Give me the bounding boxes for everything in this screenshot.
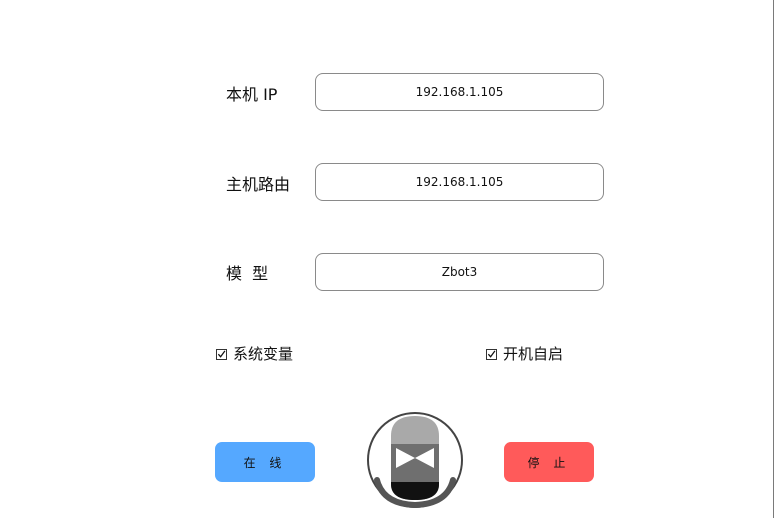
route-label: 主机路由 <box>226 175 291 194</box>
ip-input[interactable] <box>316 85 603 99</box>
microphone-play-icon[interactable] <box>365 412 465 512</box>
window-right-border <box>773 0 774 518</box>
route-input[interactable] <box>316 175 603 189</box>
ip-field[interactable] <box>315 73 604 111</box>
model-label: 模 型 <box>226 264 269 283</box>
checkmark-icon <box>487 350 496 358</box>
model-field[interactable] <box>315 253 604 291</box>
online-button[interactable]: 在 线 <box>215 442 315 482</box>
autostart-checkbox[interactable] <box>486 348 497 360</box>
model-input[interactable] <box>316 265 603 279</box>
checkmark-icon <box>217 350 226 358</box>
env-label: 系统变量 <box>233 345 294 363</box>
env-checkbox[interactable] <box>216 348 227 360</box>
autostart-label: 开机自启 <box>503 345 564 363</box>
route-field[interactable] <box>315 163 604 201</box>
autostart-option[interactable]: 开机自启 <box>486 345 563 363</box>
ip-label: 本机 IP <box>226 85 278 104</box>
stop-button[interactable]: 停 止 <box>504 442 594 482</box>
env-option[interactable]: 系统变量 <box>216 345 293 363</box>
